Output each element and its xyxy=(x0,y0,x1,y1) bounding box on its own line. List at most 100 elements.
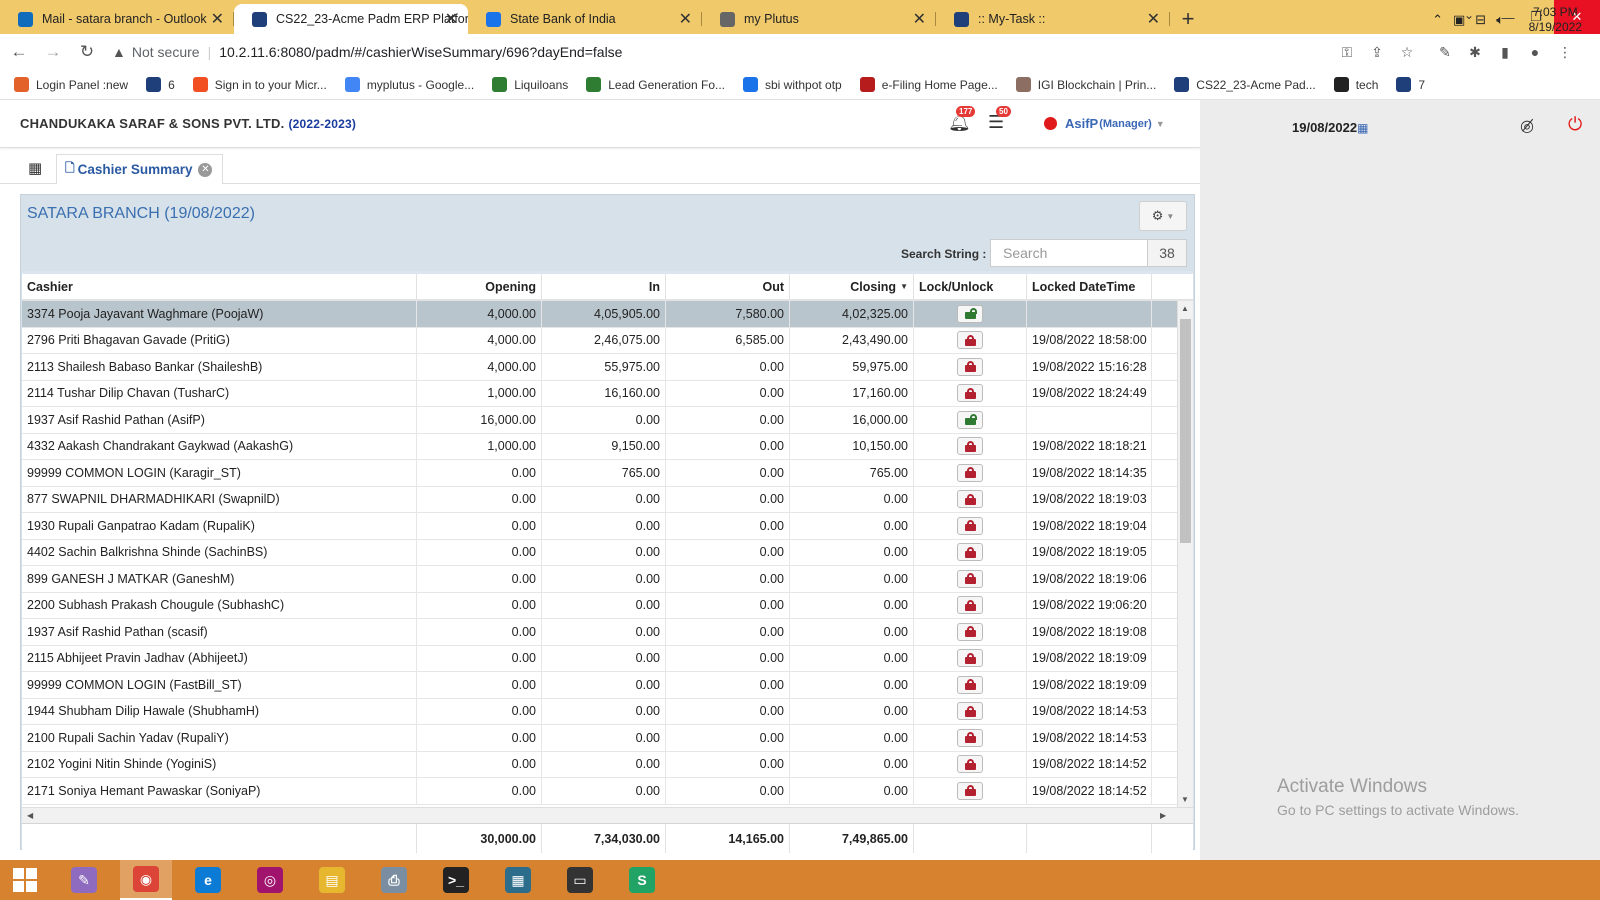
close-tab-icon[interactable]: ✕ xyxy=(198,162,213,177)
table-row[interactable]: 2114 Tushar Dilip Chavan (TusharC) 1,000.… xyxy=(22,380,1193,407)
sidebar-icon[interactable]: ▮ xyxy=(1494,41,1516,63)
table-row[interactable]: 1944 Shubham Dilip Hawale (ShubhamH) 0.00… xyxy=(22,698,1193,725)
column-header-in[interactable]: In xyxy=(542,274,666,299)
table-row[interactable]: 2796 Priti Bhagavan Gavade (PritiG) 4,000… xyxy=(22,327,1193,354)
column-header-locked-datetime[interactable]: Locked DateTime xyxy=(1027,274,1152,299)
lock-button[interactable] xyxy=(957,331,983,350)
column-header-opening[interactable]: Opening xyxy=(417,274,542,299)
back-icon[interactable]: ← xyxy=(4,37,34,67)
scroll-left-icon[interactable]: ◀ xyxy=(27,811,33,820)
table-row[interactable]: 2171 Soniya Hemant Pawaskar (SoniyaP) 0.0… xyxy=(22,778,1193,805)
bookmark-item[interactable]: tech xyxy=(1333,77,1378,92)
lock-button[interactable] xyxy=(957,490,983,509)
settings-dropdown-button[interactable]: ⚙ ▼ xyxy=(1139,201,1187,231)
apps-grid-icon[interactable]: ▦ xyxy=(28,159,42,177)
lock-button[interactable] xyxy=(957,596,983,615)
share-icon[interactable]: ⇪ xyxy=(1366,41,1388,63)
column-header-closing[interactable]: Closing ▼ xyxy=(790,274,914,299)
browser-tab[interactable]: my Plutus ✕ xyxy=(702,4,936,34)
bookmark-item[interactable]: 7 xyxy=(1396,77,1425,92)
close-tab-icon[interactable]: ✕ xyxy=(211,9,224,29)
lock-button[interactable] xyxy=(957,675,983,694)
table-row[interactable]: 2102 Yogini Nitin Shinde (YoginiS) 0.00 0.… xyxy=(22,751,1193,778)
power-logout-icon[interactable]: ⏻ xyxy=(1568,114,1582,135)
bookmark-item[interactable]: Liquiloans xyxy=(492,77,568,92)
scroll-thumb[interactable] xyxy=(1180,319,1191,543)
lock-button[interactable] xyxy=(957,357,983,376)
column-header-out[interactable]: Out xyxy=(666,274,790,299)
table-row[interactable]: 2115 Abhijeet Pravin Jadhav (AbhijeetJ) 0… xyxy=(22,645,1193,672)
reload-icon[interactable]: ↻ xyxy=(72,37,102,67)
table-row[interactable]: 2200 Subhash Prakash Chougule (SubhashC)… xyxy=(22,592,1193,619)
vertical-scrollbar[interactable]: ▲ ▼ xyxy=(1177,301,1193,807)
lock-button[interactable] xyxy=(957,437,983,456)
table-row[interactable]: 877 SWAPNIL DHARMADHIKARI (SwapnilD) 0.00… xyxy=(22,486,1193,513)
start-button[interactable] xyxy=(0,860,50,900)
table-row[interactable]: 3374 Pooja Jayavant Waghmare (PoojaW) 4,0… xyxy=(22,301,1193,328)
browser-tab[interactable]: Mail - satara branch - Outlook ✕ xyxy=(0,4,234,34)
forward-icon[interactable]: → xyxy=(38,37,68,67)
search-input[interactable] xyxy=(990,239,1147,267)
user-menu[interactable]: AsifP (Manager) ▼ xyxy=(1044,116,1165,131)
tray-app-icon[interactable]: ▣ xyxy=(1453,12,1465,28)
table-row[interactable]: 4402 Sachin Balkrishna Shinde (SachinBS)… xyxy=(22,539,1193,566)
network-icon[interactable]: ⊟ xyxy=(1475,12,1486,28)
extensions-icon[interactable]: ✱ xyxy=(1464,41,1486,63)
url-field[interactable]: ▲ Not secure | 10.2.11.6:8080/padm/#/cas… xyxy=(112,38,1412,66)
bookmark-item[interactable]: e-Filing Home Page... xyxy=(859,77,998,92)
calendar-icon[interactable]: ▦ xyxy=(1357,121,1368,135)
browser-tab[interactable]: :: My-Task :: ✕ xyxy=(936,4,1170,34)
volume-icon[interactable]: 🔈︎ xyxy=(1496,12,1504,28)
taskbar-app[interactable]: ✎ xyxy=(58,860,110,900)
close-tab-icon[interactable]: ✕ xyxy=(679,9,692,29)
scroll-up-icon[interactable]: ▲ xyxy=(1181,304,1189,313)
close-tab-icon[interactable]: ✕ xyxy=(1147,9,1160,29)
taskbar-app[interactable]: S xyxy=(616,860,668,900)
taskbar-app[interactable]: ▦ xyxy=(492,860,544,900)
browser-tab[interactable]: State Bank of India ✕ xyxy=(468,4,702,34)
taskbar-app[interactable]: ⎙ xyxy=(368,860,420,900)
close-tab-icon[interactable]: ✕ xyxy=(445,9,458,29)
lock-button[interactable] xyxy=(957,463,983,482)
tab-cashier-summary[interactable]: 🗋︎ Cashier Summary ✕ xyxy=(56,154,224,184)
notifications-bell-icon[interactable]: 🔔︎ 177 xyxy=(948,106,976,133)
lock-button[interactable] xyxy=(957,781,983,800)
messages-list-icon[interactable]: ☰ 50 xyxy=(988,106,1011,133)
lock-button[interactable] xyxy=(957,728,983,747)
lock-button[interactable] xyxy=(957,649,983,668)
column-header-cashier[interactable]: Cashier xyxy=(22,274,417,299)
taskbar-app[interactable]: ◎ xyxy=(244,860,296,900)
lock-button[interactable] xyxy=(957,702,983,721)
taskbar-app[interactable]: ▭ xyxy=(554,860,606,900)
warning-icon[interactable]: ▲ xyxy=(112,44,126,60)
menu-kebab-icon[interactable]: ⋮ xyxy=(1554,41,1576,63)
column-header-lock[interactable]: Lock/Unlock xyxy=(914,274,1027,299)
system-clock[interactable]: 7:03 PM 8/19/2022 xyxy=(1529,5,1582,35)
horizontal-scrollbar[interactable]: ◀ ▶ xyxy=(22,807,1193,823)
unlock-button[interactable] xyxy=(957,410,983,429)
taskbar-app[interactable]: e xyxy=(182,860,234,900)
not-secure-label[interactable]: Not secure xyxy=(132,44,200,60)
bookmark-item[interactable]: myplutus - Google... xyxy=(344,77,474,92)
bookmark-star-icon[interactable]: ☆ xyxy=(1396,41,1418,63)
lock-button[interactable] xyxy=(957,755,983,774)
lock-button[interactable] xyxy=(957,622,983,641)
lock-button[interactable] xyxy=(957,384,983,403)
bookmark-item[interactable]: Sign in to your Micr... xyxy=(192,77,327,92)
taskbar-app[interactable]: ▤ xyxy=(306,860,358,900)
table-row[interactable]: 1937 Asif Rashid Pathan (AsifP) 16,000.00… xyxy=(22,407,1193,434)
unlock-button[interactable] xyxy=(957,304,983,323)
taskbar-app[interactable]: ◉ xyxy=(120,860,172,900)
browser-tab[interactable]: CS22_23-Acme Padm ERP Platfor ✕ xyxy=(234,4,468,34)
profile-avatar-icon[interactable]: ● xyxy=(1524,41,1546,63)
lock-button[interactable] xyxy=(957,516,983,535)
table-row[interactable]: 1930 Rupali Ganpatrao Kadam (RupaliK) 0.0… xyxy=(22,513,1193,540)
scroll-right-icon[interactable]: ▶ xyxy=(1160,811,1166,820)
table-row[interactable]: 2113 Shailesh Babaso Bankar (ShaileshB) 4… xyxy=(22,354,1193,381)
business-date[interactable]: 19/08/2022▦ xyxy=(1292,120,1368,135)
bookmark-item[interactable]: sbi withpot otp xyxy=(743,77,842,92)
bookmark-item[interactable]: IGI Blockchain | Prin... xyxy=(1015,77,1156,92)
table-row[interactable]: 99999 COMMON LOGIN (FastBill_ST) 0.00 0.00… xyxy=(22,672,1193,699)
taskbar-app[interactable]: >_ xyxy=(430,860,482,900)
lock-button[interactable] xyxy=(957,543,983,562)
